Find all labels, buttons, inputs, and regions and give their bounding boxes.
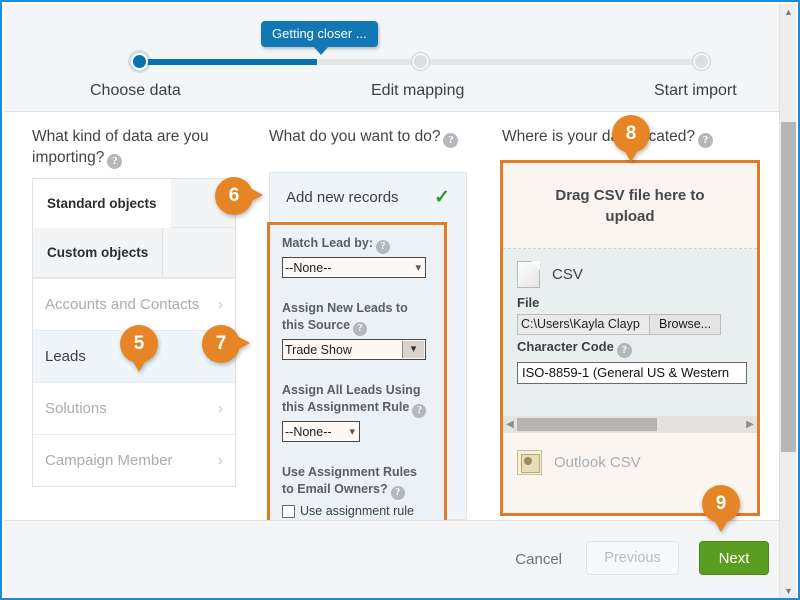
match-lead-by-select-wrap: --None-- ▾ (282, 257, 426, 289)
callout-pointer-5-icon (132, 360, 146, 372)
middle-column-title-text: What do you want to do? (269, 128, 441, 145)
step-node-choose-data[interactable] (131, 53, 148, 70)
help-icon-middle[interactable]: ? (443, 133, 459, 148)
match-lead-by-select[interactable]: --None-- (282, 257, 426, 278)
csv-drop-zone[interactable]: Drag CSV file here to upload (503, 163, 757, 249)
help-icon-left[interactable]: ? (107, 154, 123, 169)
progress-fill (139, 59, 317, 65)
outlook-icon (517, 449, 542, 475)
document-icon (517, 260, 540, 288)
callout-badge-9-number: 9 (715, 493, 727, 514)
tab-standard-objects[interactable]: Standard objects (33, 179, 171, 228)
csv-source-header[interactable]: CSV (517, 257, 743, 291)
callout-pointer-7-icon (237, 336, 250, 350)
tab-row-filler-2 (162, 228, 235, 278)
help-icon-assign-source[interactable]: ? (353, 322, 368, 336)
scroll-right-arrow-icon[interactable]: ▶ (743, 419, 757, 430)
character-code-label-text: Character Code (517, 339, 614, 354)
character-code-select[interactable]: ISO-8859-1 (General US & Western (517, 362, 747, 384)
chevron-right-icon-accounts: › (217, 295, 223, 313)
callout-pointer-6-icon (250, 188, 263, 202)
object-tab-row-custom: Custom objects (33, 228, 235, 278)
step-node-edit-mapping[interactable] (412, 53, 429, 70)
action-add-new-records[interactable]: Add new records ✓ (269, 172, 467, 222)
character-code-label: Character Code? (517, 339, 743, 358)
assign-source-label: Assign New Leads to this Source? (282, 300, 432, 336)
horizontal-scrollbar-thumb[interactable] (517, 418, 657, 431)
csv-source-section: CSV File C:\Users\Kayla Clayp Browse... … (503, 249, 757, 433)
object-row-accounts-and-contacts[interactable]: Accounts and Contacts › (33, 278, 235, 330)
help-icon-character-code[interactable]: ? (616, 343, 632, 358)
vertical-scrollbar[interactable]: ▲ ▼ (779, 4, 797, 598)
assign-rule-select[interactable]: --None-- (282, 421, 360, 442)
step-label-choose-data: Choose data (90, 82, 181, 99)
callout-badge-8: 8 (612, 115, 650, 162)
assign-source-select[interactable]: Trade Show (282, 339, 426, 360)
callout-badge-6: 6 (215, 177, 263, 215)
file-field-label: File (517, 295, 540, 310)
progress-tooltip-text: Getting closer ... (272, 26, 367, 41)
scroll-down-arrow-icon[interactable]: ▼ (780, 583, 797, 598)
outlook-csv-label: Outlook CSV (554, 453, 641, 471)
scroll-up-arrow-icon[interactable]: ▲ (780, 4, 797, 21)
callout-pointer-9-icon (714, 520, 728, 532)
import-wizard-window: Getting closer ... Choose data Edit mapp… (0, 0, 800, 600)
callout-badge-9: 9 (702, 485, 740, 532)
assign-source-select-wrap: Trade Show ▾ (282, 339, 426, 371)
object-tab-row-standard: Standard objects (33, 179, 235, 228)
chevron-right-icon-solutions: › (217, 399, 223, 417)
previous-button[interactable]: Previous (586, 541, 679, 575)
next-button[interactable]: Next (699, 541, 769, 575)
data-source-panel: Drag CSV file here to upload CSV File C:… (500, 160, 760, 516)
tooltip-tail-icon (313, 46, 329, 55)
scroll-left-arrow-icon[interactable]: ◀ (503, 419, 517, 430)
match-lead-by-label: Match Lead by:? (282, 235, 432, 254)
callout-badge-5-number: 5 (133, 333, 145, 354)
progress-tooltip: Getting closer ... (261, 21, 378, 55)
outlook-csv-source-row[interactable]: Outlook CSV (503, 433, 757, 491)
file-input-row: C:\Users\Kayla Clayp Browse... (517, 314, 743, 335)
vertical-scrollbar-thumb[interactable] (781, 122, 796, 452)
assign-rule-select-wrap: --None-- ▾ (282, 421, 360, 453)
assign-rule-label-text: Assign All Leads Using this Assignment R… (282, 383, 421, 414)
csv-drop-zone-text: Drag CSV file here to upload (555, 186, 705, 225)
wizard-header: Getting closer ... Choose data Edit mapp… (4, 4, 784, 112)
csv-source-label: CSV (552, 265, 583, 283)
callout-pointer-8-icon (624, 150, 638, 162)
left-column-title: What kind of data are you importing?? (32, 126, 237, 169)
action-label: Add new records (286, 189, 399, 206)
step-label-edit-mapping: Edit mapping (371, 82, 465, 99)
callout-badge-7-number: 7 (215, 333, 227, 354)
email-owners-label: Use Assignment Rules to Email Owners?? (282, 464, 432, 500)
horizontal-scrollbar[interactable]: ◀ ▶ (503, 416, 757, 433)
check-icon-add-new-records: ✓ (434, 187, 450, 208)
file-path-input[interactable]: C:\Users\Kayla Clayp (517, 314, 650, 335)
browse-button[interactable]: Browse... (650, 314, 722, 335)
cancel-button[interactable]: Cancel (505, 543, 572, 576)
object-label-solutions: Solutions (45, 400, 107, 417)
callout-badge-7: 7 (202, 325, 250, 363)
callout-badge-5: 5 (120, 325, 158, 372)
callout-badge-6-number: 6 (228, 185, 240, 206)
right-column-title-text: Where is your data located? (502, 128, 695, 145)
object-label-campaign-member: Campaign Member (45, 452, 173, 469)
help-icon-email-owners[interactable]: ? (390, 486, 405, 500)
help-icon-right[interactable]: ? (698, 133, 713, 148)
email-owners-checkbox[interactable] (282, 505, 295, 518)
help-icon-match-lead[interactable]: ? (376, 240, 390, 254)
callout-badge-8-number: 8 (625, 123, 637, 144)
chevron-right-icon-campaign-member: › (217, 451, 223, 469)
wizard-footer: Cancel Previous Next (4, 520, 784, 598)
step-node-start-import[interactable] (693, 53, 710, 70)
tab-custom-objects[interactable]: Custom objects (33, 228, 163, 278)
assign-rule-label: Assign All Leads Using this Assignment R… (282, 382, 432, 418)
object-row-campaign-member[interactable]: Campaign Member › (33, 434, 235, 486)
object-label-accounts-and-contacts: Accounts and Contacts (45, 296, 200, 313)
assign-source-label-text: Assign New Leads to this Source (282, 301, 408, 332)
step-label-start-import: Start import (654, 82, 737, 99)
object-row-solutions[interactable]: Solutions › (33, 382, 235, 434)
help-icon-assign-rule[interactable]: ? (412, 404, 427, 418)
middle-column-title: What do you want to do?? (269, 126, 469, 148)
match-lead-by-label-text: Match Lead by: (282, 236, 373, 250)
